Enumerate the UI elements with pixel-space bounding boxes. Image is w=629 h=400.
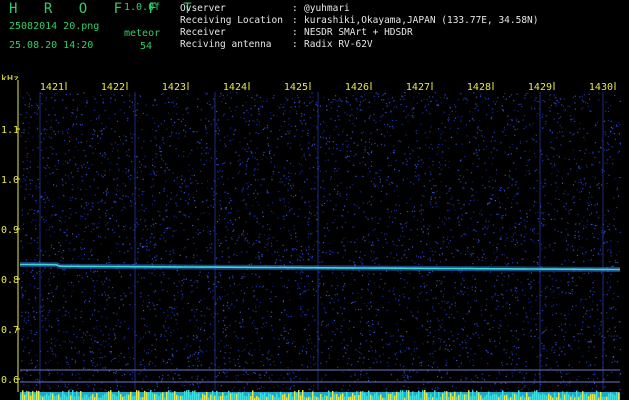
y-tick-label: 0.9 [1,225,19,236]
receiver-label: Receiver [180,27,226,38]
app-version: 1.0.0f [124,2,161,13]
observer-label: Ovserver [180,3,226,14]
x-tick-label: 1424 [223,82,247,93]
receiver-sep: : [292,27,298,38]
antenna-label: Reciving antenna [180,39,272,50]
location-value: kurashiki,Okayama,JAPAN (133.77E, 34.58N… [304,15,539,26]
capture-datetime: 25.08.20 14:20 [9,40,94,51]
receiver-row: Receiver: NESDR SMArt + HDSDR [180,27,413,38]
location-label: Receiving Location [180,15,283,26]
x-tick-label: 1423 [162,82,186,93]
antenna-sep: : [292,39,298,50]
x-tick-label: 1427 [406,82,430,93]
x-tick-label: 1425 [284,82,308,93]
antenna-row: Reciving antenna: Radix RV-62V [180,39,373,50]
y-tick-label: 0.7 [1,325,19,336]
hrofft-window: H R O F F T 1.0.0f 25082014 20.png 25.08… [0,0,629,400]
location-sep: : [292,15,298,26]
plot-background [0,80,629,400]
observer-value: @yuhmari [304,3,350,14]
x-tick-label: 1429 [528,82,552,93]
x-tick-label: 1426 [345,82,369,93]
observer-sep: : [292,3,298,14]
x-tick-label: 1421 [40,82,64,93]
app-brand: H R O F F T [9,1,201,17]
receiver-value: NESDR SMArt + HDSDR [304,27,413,38]
detection-count: 54 [140,41,153,52]
x-tick-label: 1428 [467,82,491,93]
image-filename: 25082014 20.png [9,21,100,32]
observer-row: Ovserver: @yuhmari [180,3,350,14]
spectrogram-plot: 1421 1422 1423 1424 1425 1426 1427 1428 1429 1430… [0,80,629,400]
y-tick-label: 1.0 [1,175,19,186]
location-row: Receiving Location: kurashiki,Okayama,JAP… [180,15,539,26]
x-tick-label: 1430 [589,82,613,93]
y-tick-label: 0.8 [1,275,19,286]
y-tick-label: 0.6 [1,375,19,386]
detection-type: meteor [124,28,161,39]
y-tick-label: 1.1 [1,125,19,136]
antenna-value: Radix RV-62V [304,39,373,50]
x-tick-label: 1422 [101,82,125,93]
